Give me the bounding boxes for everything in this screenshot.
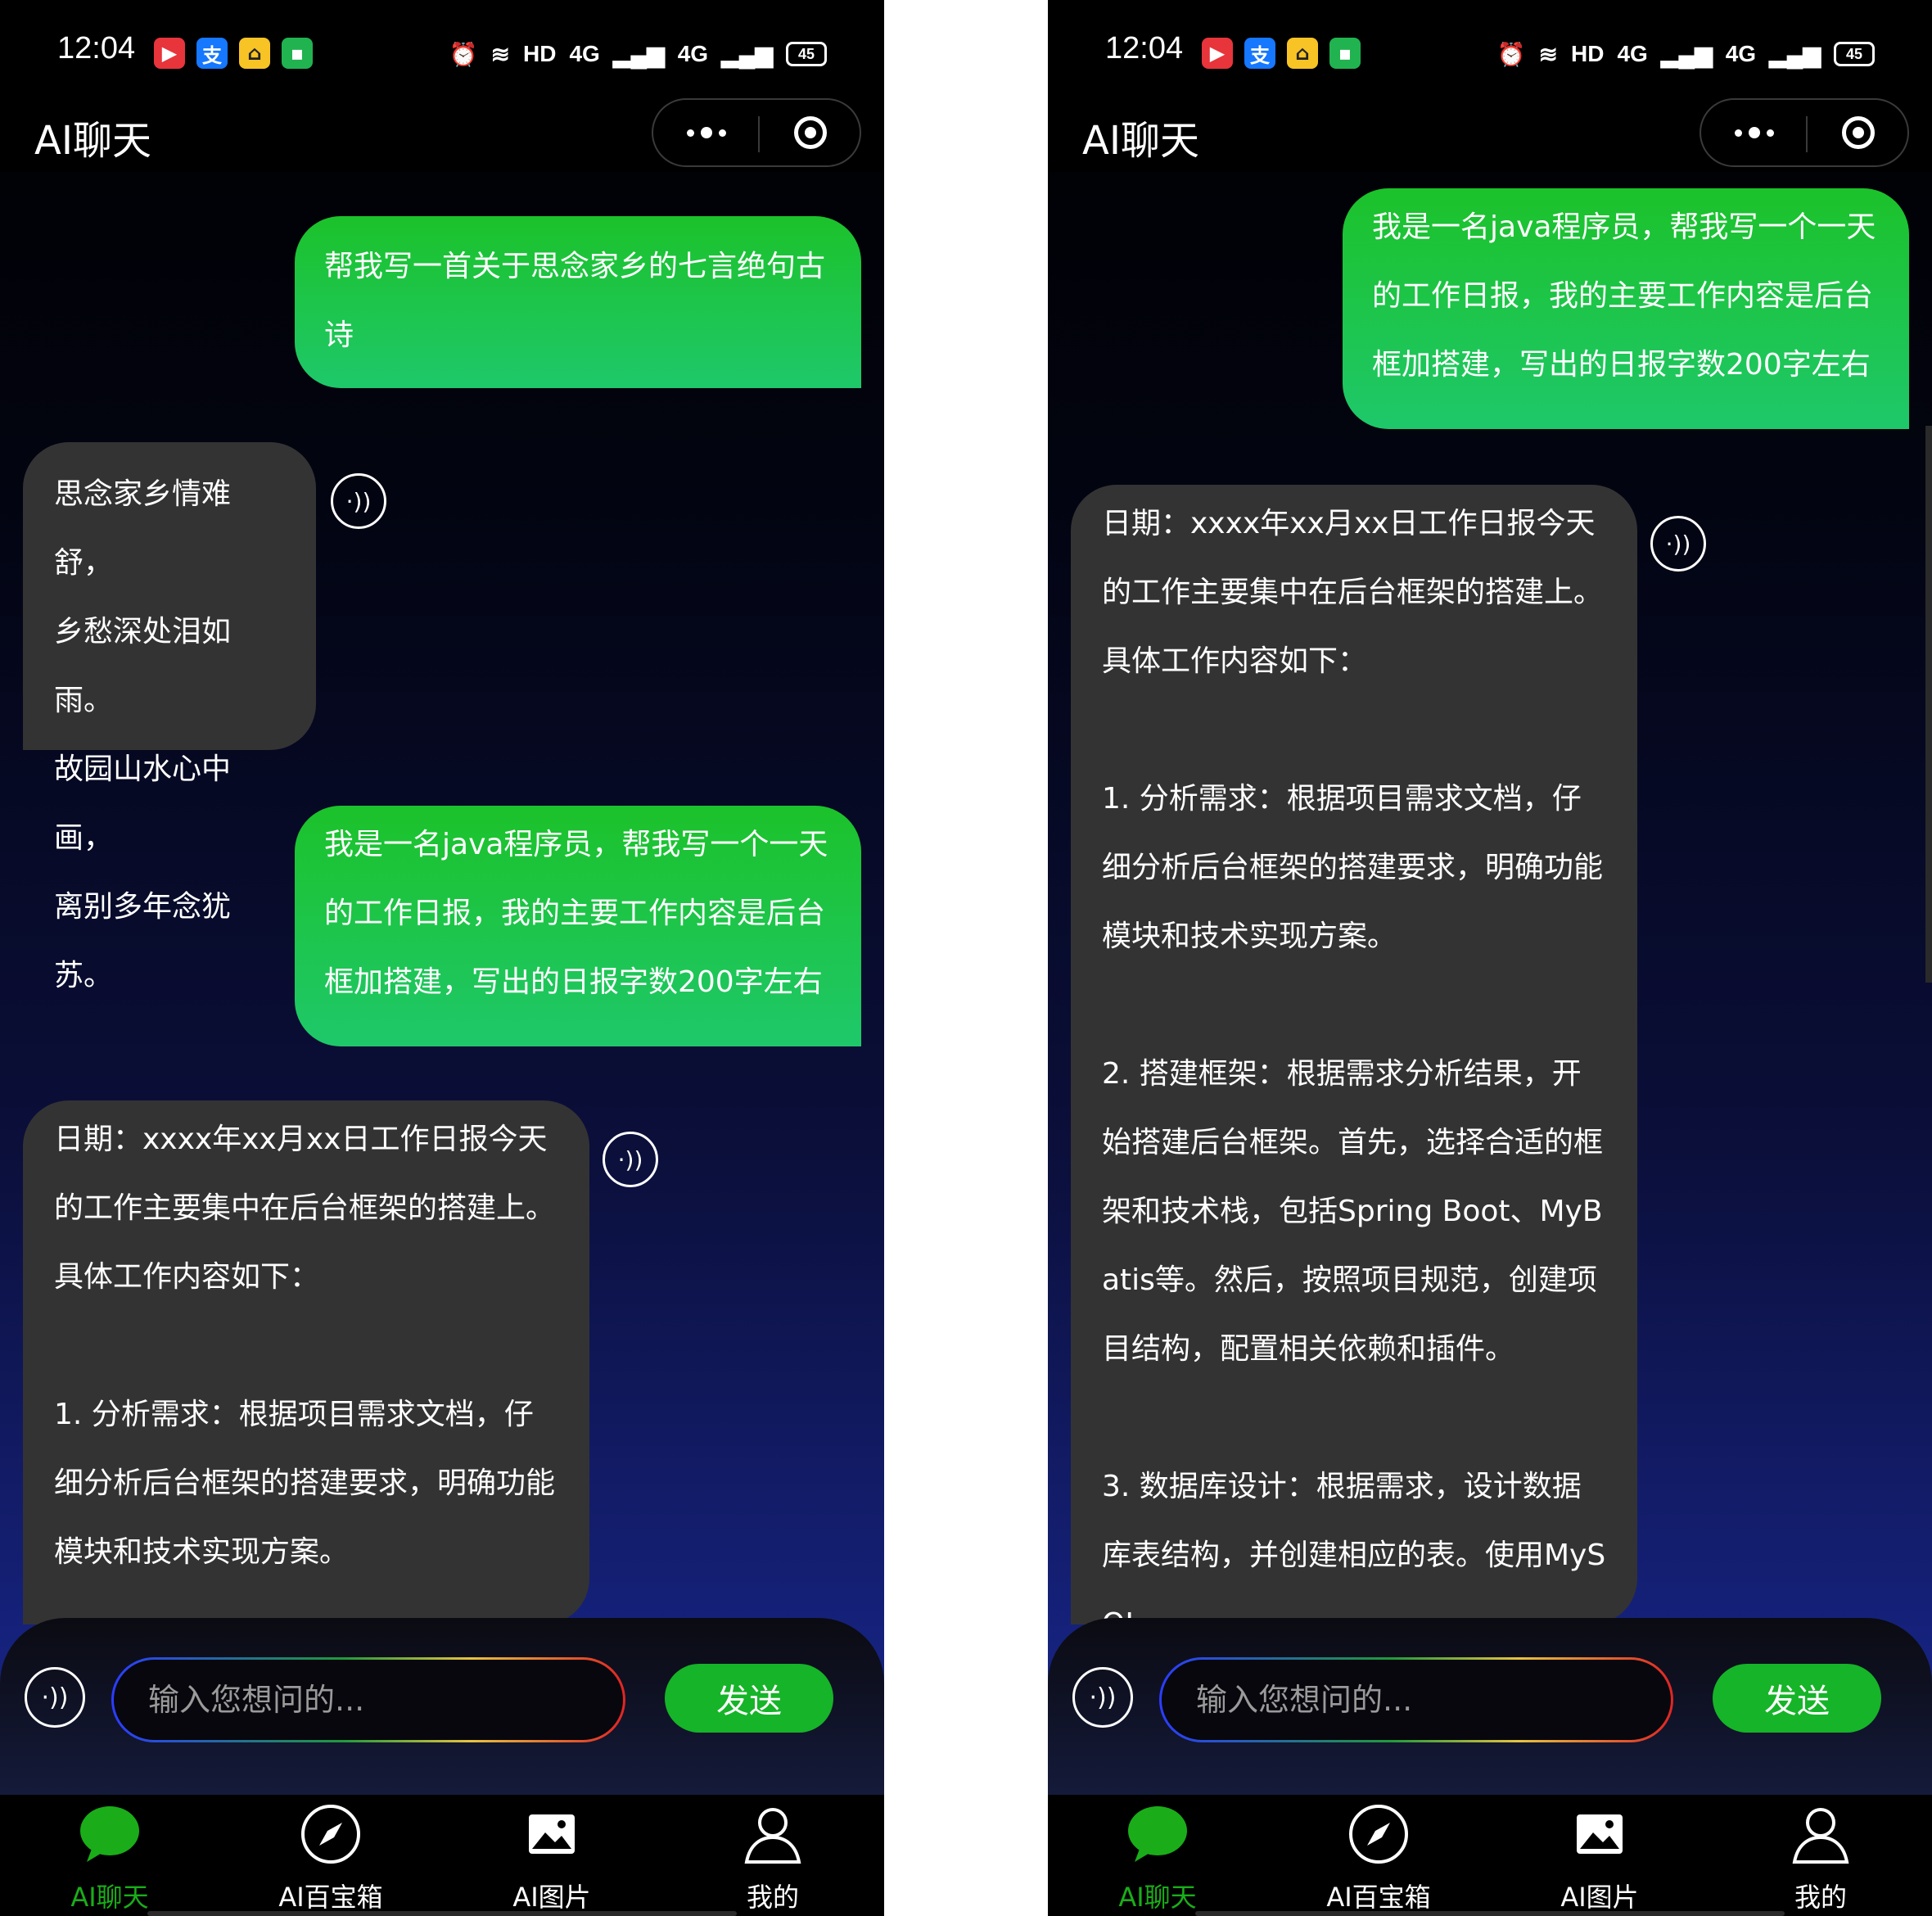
status-time: 12:04 (57, 31, 136, 66)
alarm-icon: ⏰ (449, 41, 478, 67)
hd-indicator: HD (1571, 41, 1605, 66)
tab-ai-image[interactable]: AI图片 (1518, 1795, 1681, 1916)
tab-label: AI图片 (512, 1882, 591, 1913)
tab-ai-toolbox[interactable]: AI百宝箱 (249, 1795, 413, 1916)
signal-4g-2: 4G (677, 41, 709, 66)
tab-mine[interactable]: 我的 (691, 1795, 855, 1916)
voice-icon[interactable]: ·)) (1072, 1667, 1133, 1728)
red-app-icon: ▶ (154, 38, 185, 69)
question-input[interactable] (147, 1681, 623, 1719)
scrollbar[interactable] (1925, 426, 1932, 983)
status-indicators: ⏰ ≋ HD 4G ▂▄▆ 4G ▂▄▆ 45 (449, 36, 827, 72)
play-audio-icon[interactable]: ·)) (331, 473, 386, 529)
user-icon (744, 1808, 801, 1864)
image-icon (1577, 1814, 1623, 1854)
red-app-icon: ▶ (1202, 38, 1233, 69)
miniprogram-capsule (1700, 98, 1909, 167)
hd-indicator: HD (523, 41, 557, 66)
more-dots-icon[interactable] (678, 116, 735, 149)
tab-label: AI图片 (1560, 1882, 1639, 1913)
tab-ai-toolbox[interactable]: AI百宝箱 (1297, 1795, 1460, 1916)
app-header: AI聊天 (0, 98, 884, 172)
page-title: AI聊天 (34, 118, 151, 164)
input-border (1159, 1657, 1673, 1742)
status-time: 12:04 (1105, 31, 1184, 66)
battery-icon: 45 (786, 42, 827, 66)
signal-4g-1: 4G (1617, 41, 1648, 66)
ai-message: 日期：xxxx年xx月xx日工作日报今天的工作主要集中在后台框架的搭建上。具体工… (1071, 485, 1637, 1641)
miniprogram-capsule (652, 98, 861, 167)
battery-icon: 45 (1834, 42, 1875, 66)
send-button[interactable]: 发送 (1713, 1664, 1881, 1733)
user-message: 我是一名java程序员，帮我写一个一天的工作日报，我的主要工作内容是后台框加搭建… (295, 806, 861, 1046)
screenshot-canvas: 12:04 ▶ 支 ⌂ ▪ ⏰ ≋ HD 4G ▂▄▆ 4G ▂▄▆ 45 AI… (0, 0, 1932, 1916)
capsule-divider (1806, 116, 1808, 152)
alipay-icon: 支 (1244, 38, 1275, 69)
input-container (1162, 1660, 1671, 1740)
user-message: 帮我写一首关于思念家乡的七言绝句古诗 (295, 216, 861, 388)
play-audio-icon[interactable]: ·)) (603, 1132, 658, 1187)
play-audio-icon[interactable]: ·)) (1650, 516, 1706, 572)
wechat-green-icon: ▪ (1329, 38, 1361, 69)
app-header: AI聊天 (1048, 98, 1932, 172)
target-icon[interactable] (794, 116, 827, 149)
question-input[interactable] (1194, 1681, 1671, 1719)
signal-bars-icon: ▂▄▆ (612, 41, 665, 67)
tab-label: 我的 (746, 1882, 799, 1913)
input-container (114, 1660, 623, 1740)
tab-ai-image[interactable]: AI图片 (470, 1795, 634, 1916)
wifi-icon: ≋ (490, 41, 511, 67)
alarm-icon: ⏰ (1496, 41, 1526, 67)
signal-bars-icon: ▂▄▆ (721, 41, 773, 67)
status-bar: 12:04 ▶ 支 ⌂ ▪ ⏰ ≋ HD 4G ▂▄▆ 4G ▂▄▆ 45 (1048, 0, 1932, 98)
phone-screen-right: 12:04 ▶ 支 ⌂ ▪ ⏰ ≋ HD 4G ▂▄▆ 4G ▂▄▆ 45 AI… (1048, 0, 1932, 1916)
tab-bar: AI聊天 AI百宝箱 AI图片 我的 (1048, 1795, 1932, 1916)
target-icon[interactable] (1842, 116, 1875, 149)
tab-ai-chat[interactable]: AI聊天 (1076, 1795, 1239, 1916)
input-bar: ·)) 发送 (1048, 1618, 1932, 1795)
tab-label: 我的 (1794, 1882, 1847, 1913)
user-message: 我是一名java程序员，帮我写一个一天的工作日报，我的主要工作内容是后台框加搭建… (1343, 188, 1909, 429)
capsule-divider (758, 116, 760, 152)
ai-message: 思念家乡情难舒， 乡愁深处泪如雨。 故园山水心中画， 离别多年念犹苏。 (23, 442, 316, 992)
signal-4g-2: 4G (1725, 41, 1757, 66)
chat-bubble-icon (1128, 1806, 1187, 1862)
more-dots-icon[interactable] (1726, 116, 1783, 149)
yellow-app-icon: ⌂ (239, 38, 270, 69)
page-title: AI聊天 (1082, 118, 1199, 164)
voice-icon[interactable]: ·)) (25, 1667, 85, 1728)
phone-screen-left: 12:04 ▶ 支 ⌂ ▪ ⏰ ≋ HD 4G ▂▄▆ 4G ▂▄▆ 45 AI… (0, 0, 884, 1916)
compass-icon (301, 1805, 360, 1864)
input-border (111, 1657, 625, 1742)
wechat-green-icon: ▪ (282, 38, 313, 69)
compass-icon (1349, 1805, 1408, 1864)
chat-bubble-icon (80, 1806, 139, 1862)
yellow-app-icon: ⌂ (1287, 38, 1318, 69)
ai-message: 日期：xxxx年xx月xx日工作日报今天的工作主要集中在后台框架的搭建上。具体工… (23, 1100, 589, 1625)
tab-label: AI聊天 (1118, 1882, 1197, 1913)
home-indicator (1195, 1911, 1785, 1916)
signal-bars-icon: ▂▄▆ (1769, 41, 1821, 67)
signal-4g-1: 4G (569, 41, 600, 66)
signal-bars-icon: ▂▄▆ (1660, 41, 1713, 67)
tab-bar: AI聊天 AI百宝箱 AI图片 我的 (0, 1795, 884, 1916)
battery-level: 45 (797, 45, 815, 62)
wifi-icon: ≋ (1538, 41, 1559, 67)
tab-label: AI百宝箱 (1326, 1882, 1431, 1913)
tab-mine[interactable]: 我的 (1739, 1795, 1903, 1916)
status-indicators: ⏰ ≋ HD 4G ▂▄▆ 4G ▂▄▆ 45 (1497, 36, 1875, 72)
home-indicator (147, 1911, 737, 1916)
input-bar: ·)) 发送 (0, 1618, 884, 1795)
image-icon (529, 1814, 575, 1854)
tab-label: AI聊天 (70, 1882, 149, 1913)
send-button[interactable]: 发送 (665, 1664, 833, 1733)
user-icon (1792, 1808, 1849, 1864)
tab-ai-chat[interactable]: AI聊天 (28, 1795, 192, 1916)
battery-level: 45 (1845, 45, 1863, 62)
tab-label: AI百宝箱 (278, 1882, 383, 1913)
status-bar: 12:04 ▶ 支 ⌂ ▪ ⏰ ≋ HD 4G ▂▄▆ 4G ▂▄▆ 45 (0, 0, 884, 98)
alipay-icon: 支 (196, 38, 228, 69)
